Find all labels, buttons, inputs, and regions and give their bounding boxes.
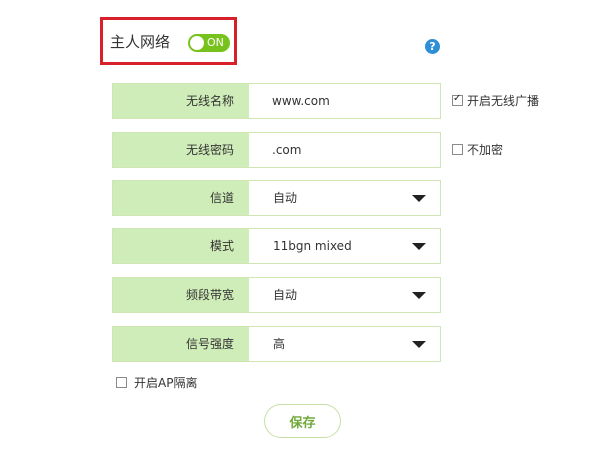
chevron-down-icon <box>412 341 426 348</box>
help-icon[interactable]: ? <box>425 39 440 54</box>
ap-isolation-check-icon[interactable] <box>116 377 127 388</box>
ap-isolation-label: 开启AP隔离 <box>134 376 198 390</box>
ssid-label: 无线名称 <box>113 84 249 118</box>
toggle-knob <box>190 36 204 50</box>
channel-label: 信道 <box>113 181 249 215</box>
bandwidth-row: 频段带宽 自动 <box>112 277 441 313</box>
no-encryption-checkbox[interactable]: 不加密 <box>452 143 503 157</box>
password-label: 无线密码 <box>113 133 249 167</box>
mode-value: 11bgn mixed <box>273 239 352 253</box>
main-network-label: 主人网络 <box>110 33 171 51</box>
mode-select[interactable]: 11bgn mixed <box>249 229 440 263</box>
bandwidth-label: 频段带宽 <box>113 278 249 312</box>
channel-value: 自动 <box>273 191 298 205</box>
mode-label: 模式 <box>113 229 249 263</box>
ssid-row: 无线名称 <box>112 83 441 119</box>
no-encryption-label: 不加密 <box>467 143 504 157</box>
chevron-down-icon <box>412 292 426 299</box>
channel-select[interactable]: 自动 <box>249 181 440 215</box>
channel-row: 信道 自动 <box>112 180 441 216</box>
broadcast-label: 开启无线广播 <box>467 94 540 108</box>
save-button[interactable]: 保存 <box>264 404 341 438</box>
signal-row: 信号强度 高 <box>112 326 441 362</box>
signal-label: 信号强度 <box>113 327 249 361</box>
bandwidth-value: 自动 <box>273 288 298 302</box>
signal-value: 高 <box>273 337 286 351</box>
broadcast-checkbox[interactable]: 开启无线广播 <box>452 92 540 108</box>
chevron-down-icon <box>412 195 426 202</box>
signal-select[interactable]: 高 <box>249 327 440 361</box>
broadcast-check-icon[interactable] <box>452 92 463 106</box>
ap-isolation-checkbox[interactable]: 开启AP隔离 <box>116 376 197 390</box>
no-encryption-check-icon[interactable] <box>452 144 463 155</box>
ssid-input[interactable] <box>249 84 440 118</box>
password-row: 无线密码 <box>112 132 441 168</box>
bandwidth-select[interactable]: 自动 <box>249 278 440 312</box>
password-input[interactable] <box>249 133 440 167</box>
chevron-down-icon <box>412 243 426 250</box>
toggle-state-text: ON <box>207 36 224 49</box>
mode-row: 模式 11bgn mixed <box>112 228 441 264</box>
main-network-toggle[interactable]: ON <box>188 34 230 52</box>
